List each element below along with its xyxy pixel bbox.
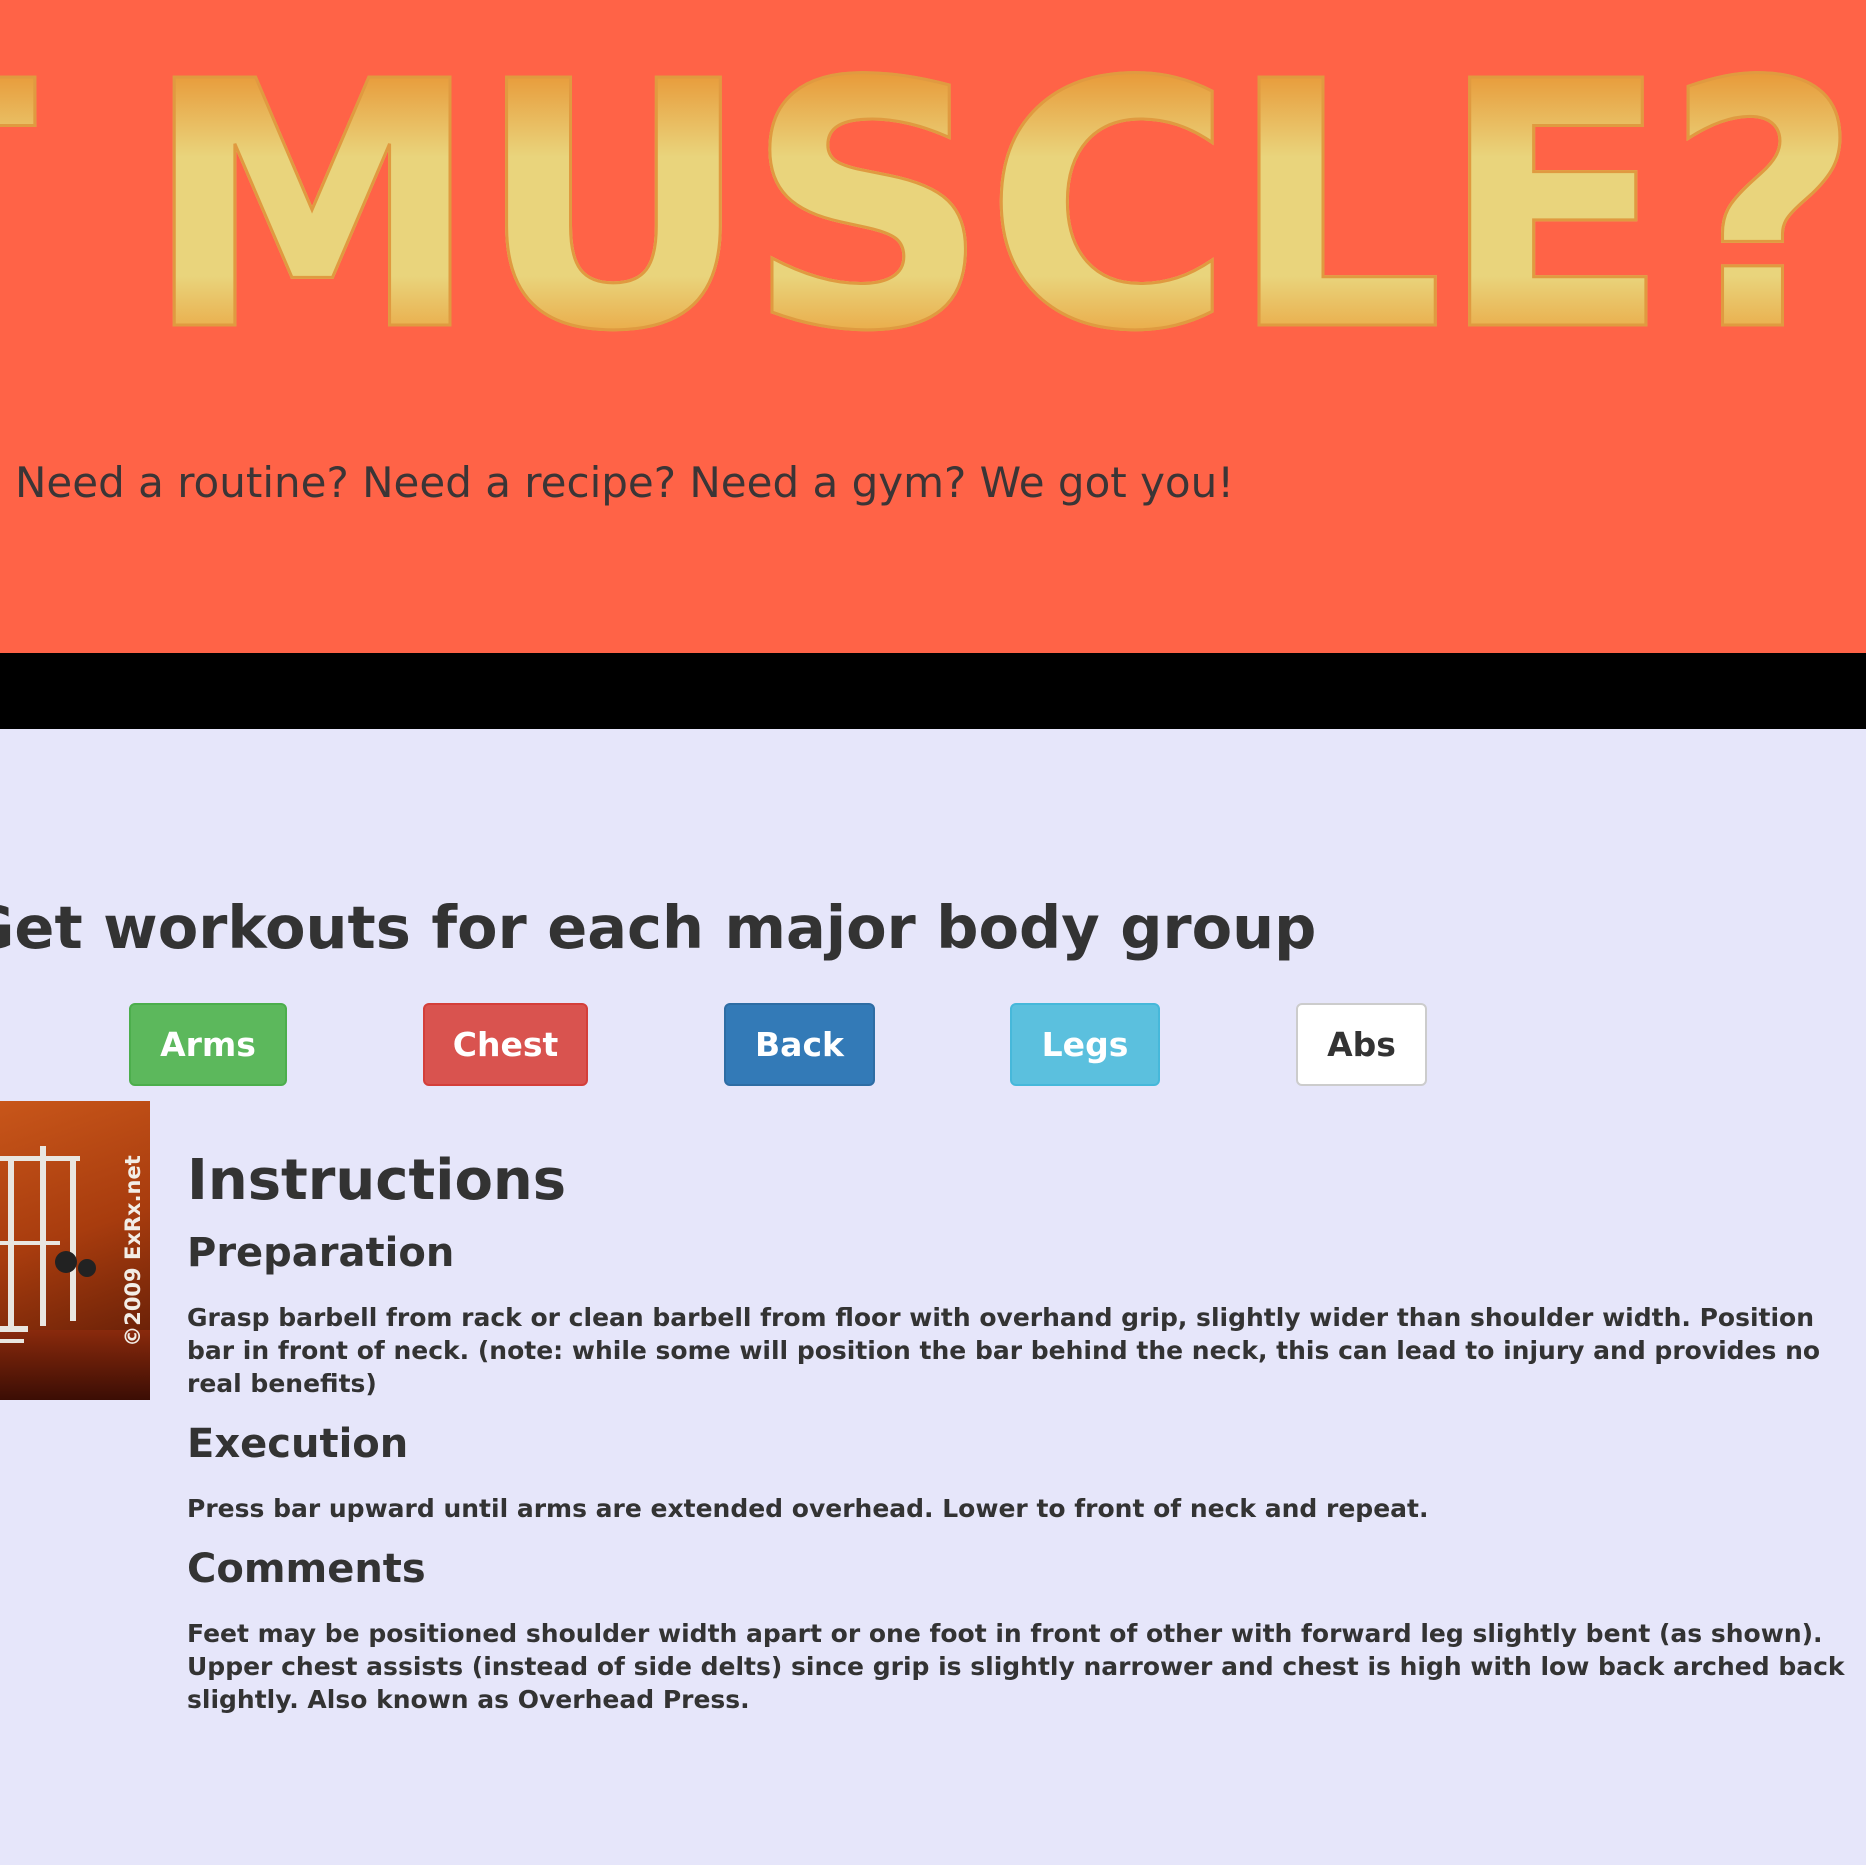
- exercise-image: ©2009 ExRx.net: [0, 1101, 150, 1400]
- instructions-section: Instructions Preparation Grasp barbell f…: [187, 1145, 1847, 1716]
- hero-title: GOT MUSCLE?: [0, 37, 1864, 380]
- preparation-heading: Preparation: [187, 1230, 455, 1276]
- legs-button[interactable]: Legs: [1010, 1003, 1160, 1086]
- comments-text: Feet may be positioned shoulder width ap…: [187, 1619, 1845, 1714]
- comments-heading: Comments: [187, 1546, 426, 1592]
- arms-button[interactable]: Arms: [129, 1003, 287, 1086]
- chest-button[interactable]: Chest: [423, 1003, 588, 1086]
- abs-button[interactable]: Abs: [1296, 1003, 1427, 1086]
- instructions-title: Instructions: [187, 1148, 567, 1213]
- execution-text: Press bar upward until arms are extended…: [187, 1494, 1429, 1523]
- execution-heading: Execution: [187, 1421, 409, 1467]
- preparation-text: Grasp barbell from rack or clean barbell…: [187, 1303, 1821, 1398]
- hero-subtitle: Need a routine? Need a recipe? Need a gy…: [15, 458, 1235, 507]
- hero-banner: GOT MUSCLE? Need a routine? Need a recip…: [0, 0, 1866, 653]
- workouts-heading: Get workouts for each major body group: [0, 893, 1317, 962]
- back-button[interactable]: Back: [724, 1003, 875, 1086]
- divider-band: [0, 653, 1866, 729]
- image-watermark: ©2009 ExRx.net: [121, 1155, 145, 1347]
